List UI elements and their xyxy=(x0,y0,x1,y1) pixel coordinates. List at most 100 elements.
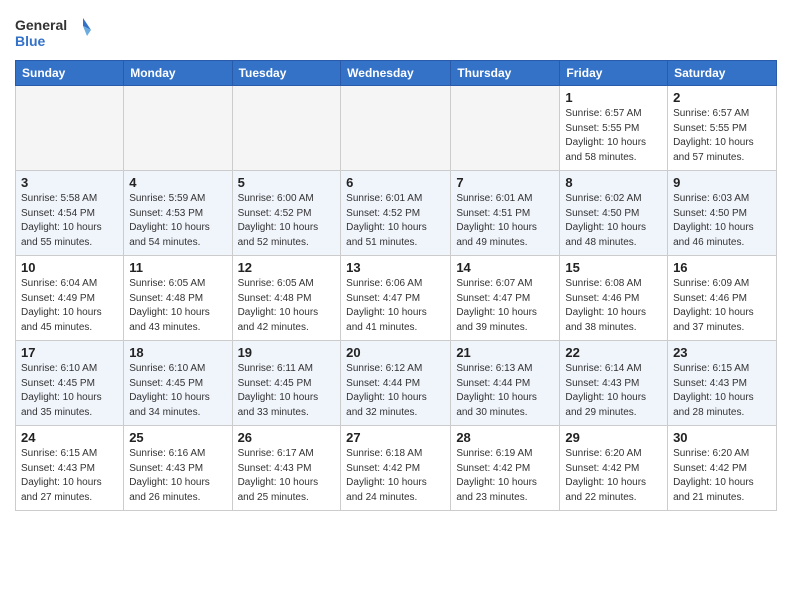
calendar-cell: 17 Sunrise: 6:10 AM Sunset: 4:45 PM Dayli… xyxy=(16,341,124,426)
day-info: Sunrise: 6:01 AM Sunset: 4:52 PM Dayligh… xyxy=(346,192,445,250)
day-number: 3 xyxy=(21,175,118,190)
day-number: 21 xyxy=(456,345,554,360)
calendar-cell: 25 Sunrise: 6:16 AM Sunset: 4:43 PM Dayli… xyxy=(124,426,232,511)
day-info: Sunrise: 6:01 AM Sunset: 4:51 PM Dayligh… xyxy=(456,192,554,250)
day-number: 28 xyxy=(456,430,554,445)
calendar-cell: 3 Sunrise: 5:58 AM Sunset: 4:54 PM Daylig… xyxy=(16,171,124,256)
day-number: 10 xyxy=(21,260,118,275)
day-info: Sunrise: 6:02 AM Sunset: 4:50 PM Dayligh… xyxy=(565,192,662,250)
calendar-cell xyxy=(16,86,124,171)
day-number: 19 xyxy=(238,345,336,360)
day-number: 20 xyxy=(346,345,445,360)
calendar-cell: 9 Sunrise: 6:03 AM Sunset: 4:50 PM Daylig… xyxy=(668,171,777,256)
day-number: 25 xyxy=(129,430,226,445)
day-number: 18 xyxy=(129,345,226,360)
day-number: 22 xyxy=(565,345,662,360)
calendar-cell: 7 Sunrise: 6:01 AM Sunset: 4:51 PM Daylig… xyxy=(451,171,560,256)
day-number: 13 xyxy=(346,260,445,275)
day-info: Sunrise: 6:14 AM Sunset: 4:43 PM Dayligh… xyxy=(565,362,662,420)
day-info: Sunrise: 6:07 AM Sunset: 4:47 PM Dayligh… xyxy=(456,277,554,335)
calendar-cell: 20 Sunrise: 6:12 AM Sunset: 4:44 PM Dayli… xyxy=(341,341,451,426)
calendar-cell xyxy=(341,86,451,171)
calendar-cell: 29 Sunrise: 6:20 AM Sunset: 4:42 PM Dayli… xyxy=(560,426,668,511)
day-info: Sunrise: 6:20 AM Sunset: 4:42 PM Dayligh… xyxy=(565,447,662,505)
calendar-cell: 27 Sunrise: 6:18 AM Sunset: 4:42 PM Dayli… xyxy=(341,426,451,511)
col-header-tuesday: Tuesday xyxy=(232,61,341,86)
day-info: Sunrise: 6:11 AM Sunset: 4:45 PM Dayligh… xyxy=(238,362,336,420)
day-info: Sunrise: 6:17 AM Sunset: 4:43 PM Dayligh… xyxy=(238,447,336,505)
day-number: 17 xyxy=(21,345,118,360)
day-info: Sunrise: 6:05 AM Sunset: 4:48 PM Dayligh… xyxy=(129,277,226,335)
day-info: Sunrise: 6:10 AM Sunset: 4:45 PM Dayligh… xyxy=(129,362,226,420)
day-number: 14 xyxy=(456,260,554,275)
calendar-week-row: 17 Sunrise: 6:10 AM Sunset: 4:45 PM Dayli… xyxy=(16,341,777,426)
day-info: Sunrise: 6:03 AM Sunset: 4:50 PM Dayligh… xyxy=(673,192,771,250)
col-header-saturday: Saturday xyxy=(668,61,777,86)
calendar-cell: 11 Sunrise: 6:05 AM Sunset: 4:48 PM Dayli… xyxy=(124,256,232,341)
calendar-week-row: 24 Sunrise: 6:15 AM Sunset: 4:43 PM Dayli… xyxy=(16,426,777,511)
calendar-cell: 8 Sunrise: 6:02 AM Sunset: 4:50 PM Daylig… xyxy=(560,171,668,256)
svg-text:General: General xyxy=(15,17,67,33)
calendar-cell: 14 Sunrise: 6:07 AM Sunset: 4:47 PM Dayli… xyxy=(451,256,560,341)
col-header-monday: Monday xyxy=(124,61,232,86)
day-info: Sunrise: 6:12 AM Sunset: 4:44 PM Dayligh… xyxy=(346,362,445,420)
day-number: 23 xyxy=(673,345,771,360)
day-number: 5 xyxy=(238,175,336,190)
day-number: 8 xyxy=(565,175,662,190)
day-info: Sunrise: 6:00 AM Sunset: 4:52 PM Dayligh… xyxy=(238,192,336,250)
day-info: Sunrise: 6:06 AM Sunset: 4:47 PM Dayligh… xyxy=(346,277,445,335)
calendar-cell: 26Sunrise: 6:17 AM Sunset: 4:43 PM Dayli… xyxy=(232,426,341,511)
day-info: Sunrise: 6:05 AM Sunset: 4:48 PM Dayligh… xyxy=(238,277,336,335)
page-header: General Blue xyxy=(15,10,777,54)
day-number: 9 xyxy=(673,175,771,190)
calendar-week-row: 1Sunrise: 6:57 AM Sunset: 5:55 PM Daylig… xyxy=(16,86,777,171)
day-number: 6 xyxy=(346,175,445,190)
calendar-cell: 12 Sunrise: 6:05 AM Sunset: 4:48 PM Dayli… xyxy=(232,256,341,341)
day-number: 7 xyxy=(456,175,554,190)
calendar-cell xyxy=(451,86,560,171)
day-number: 27 xyxy=(346,430,445,445)
calendar-cell: 21 Sunrise: 6:13 AM Sunset: 4:44 PM Dayli… xyxy=(451,341,560,426)
day-info: Sunrise: 6:15 AM Sunset: 4:43 PM Dayligh… xyxy=(21,447,118,505)
calendar-cell: 30 Sunrise: 6:20 AM Sunset: 4:42 PM Dayli… xyxy=(668,426,777,511)
calendar-cell: 5 Sunrise: 6:00 AM Sunset: 4:52 PM Daylig… xyxy=(232,171,341,256)
calendar-cell: 13 Sunrise: 6:06 AM Sunset: 4:47 PM Dayli… xyxy=(341,256,451,341)
day-info: Sunrise: 6:20 AM Sunset: 4:42 PM Dayligh… xyxy=(673,447,771,505)
day-info: Sunrise: 6:57 AM Sunset: 5:55 PM Dayligh… xyxy=(565,107,662,165)
col-header-thursday: Thursday xyxy=(451,61,560,86)
calendar-cell: 10 Sunrise: 6:04 AM Sunset: 4:49 PM Dayli… xyxy=(16,256,124,341)
calendar-cell xyxy=(124,86,232,171)
calendar-cell: 24 Sunrise: 6:15 AM Sunset: 4:43 PM Dayli… xyxy=(16,426,124,511)
day-info: Sunrise: 6:10 AM Sunset: 4:45 PM Dayligh… xyxy=(21,362,118,420)
calendar-cell: 4Sunrise: 5:59 AM Sunset: 4:53 PM Daylig… xyxy=(124,171,232,256)
day-number: 24 xyxy=(21,430,118,445)
svg-text:Blue: Blue xyxy=(15,33,46,49)
day-info: Sunrise: 6:57 AM Sunset: 5:55 PM Dayligh… xyxy=(673,107,771,165)
day-info: Sunrise: 6:16 AM Sunset: 4:43 PM Dayligh… xyxy=(129,447,226,505)
day-info: Sunrise: 5:58 AM Sunset: 4:54 PM Dayligh… xyxy=(21,192,118,250)
day-info: Sunrise: 6:09 AM Sunset: 4:46 PM Dayligh… xyxy=(673,277,771,335)
calendar-week-row: 10 Sunrise: 6:04 AM Sunset: 4:49 PM Dayli… xyxy=(16,256,777,341)
day-number: 4 xyxy=(129,175,226,190)
day-number: 12 xyxy=(238,260,336,275)
day-number: 2 xyxy=(673,90,771,105)
day-number: 29 xyxy=(565,430,662,445)
calendar-header-row: SundayMondayTuesdayWednesdayThursdayFrid… xyxy=(16,61,777,86)
calendar-cell: 19 Sunrise: 6:11 AM Sunset: 4:45 PM Dayli… xyxy=(232,341,341,426)
day-info: Sunrise: 6:18 AM Sunset: 4:42 PM Dayligh… xyxy=(346,447,445,505)
calendar-cell: 15Sunrise: 6:08 AM Sunset: 4:46 PM Dayli… xyxy=(560,256,668,341)
day-info: Sunrise: 6:19 AM Sunset: 4:42 PM Dayligh… xyxy=(456,447,554,505)
day-info: Sunrise: 6:04 AM Sunset: 4:49 PM Dayligh… xyxy=(21,277,118,335)
calendar-cell: 6 Sunrise: 6:01 AM Sunset: 4:52 PM Daylig… xyxy=(341,171,451,256)
logo-svg: General Blue xyxy=(15,14,95,54)
day-info: Sunrise: 6:08 AM Sunset: 4:46 PM Dayligh… xyxy=(565,277,662,335)
day-number: 30 xyxy=(673,430,771,445)
calendar-cell: 28 Sunrise: 6:19 AM Sunset: 4:42 PM Dayli… xyxy=(451,426,560,511)
day-number: 11 xyxy=(129,260,226,275)
col-header-wednesday: Wednesday xyxy=(341,61,451,86)
calendar-cell: 23Sunrise: 6:15 AM Sunset: 4:43 PM Dayli… xyxy=(668,341,777,426)
logo: General Blue xyxy=(15,14,95,54)
day-info: Sunrise: 6:13 AM Sunset: 4:44 PM Dayligh… xyxy=(456,362,554,420)
calendar-cell: 18 Sunrise: 6:10 AM Sunset: 4:45 PM Dayli… xyxy=(124,341,232,426)
col-header-friday: Friday xyxy=(560,61,668,86)
